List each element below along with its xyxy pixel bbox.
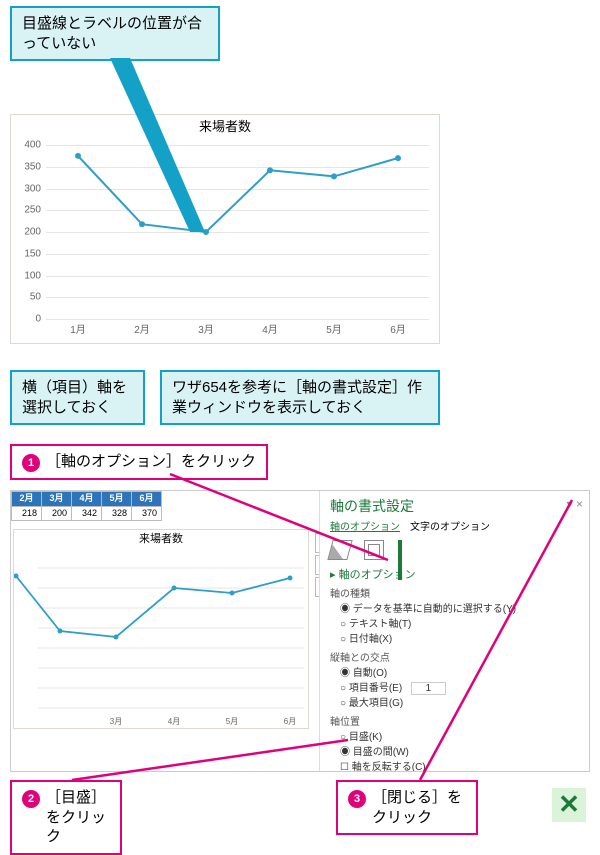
fill-icon[interactable]	[327, 540, 352, 560]
header-cell: 4月	[72, 492, 102, 507]
data-cell: 328	[102, 506, 132, 521]
section-axis-options[interactable]: ▸ 軸のオプション	[330, 568, 579, 582]
chart-visitor-count: 来場者数 400 350 300 250 200 150 100 50 0 1月…	[10, 114, 440, 344]
pane-title: 軸の書式設定	[330, 497, 579, 515]
worksheet: 2月 3月 4月 5月 6月 218 200 342 328 370 来場者数	[11, 491, 311, 521]
axis-options-icon[interactable]	[398, 540, 418, 560]
data-cell: 218	[12, 506, 42, 521]
data-cell: 200	[42, 506, 72, 521]
embedded-chart-title: 来場者数	[14, 530, 308, 548]
tab-text-options[interactable]: 文字のオプション	[410, 521, 490, 534]
svg-text:6月: 6月	[284, 717, 296, 726]
header-cell: 6月	[132, 492, 162, 507]
callout-misalignment: 目盛線とラベルの位置が合っていない	[10, 6, 220, 61]
step-3-text: ［閉じる］をクリック	[372, 788, 466, 827]
callout-select-axis: 横（項目）軸を選択しておく	[10, 370, 145, 425]
header-cell: 3月	[42, 492, 72, 507]
radio-text-axis[interactable]: ○ テキスト軸(T)	[340, 618, 579, 631]
close-icon[interactable]: ✕	[552, 788, 586, 822]
radio-cross-auto[interactable]: ◉ 自動(O)	[340, 667, 579, 680]
radio-auto-type[interactable]: ◉ データを基準に自動的に選択する(Y)	[340, 603, 579, 616]
svg-text:4月: 4月	[168, 717, 180, 726]
data-cell: 370	[132, 506, 162, 521]
radio-on-tick[interactable]: ○ 目盛(K)	[340, 731, 579, 744]
callout-show-pane: ワザ654を参考に［軸の書式設定］作業ウィンドウを表示しておく	[160, 370, 440, 425]
step-2-text: ［目盛］をクリック	[46, 788, 110, 847]
radio-between-tick[interactable]: ◉ 目盛の間(W)	[340, 746, 579, 759]
group-axis-position: 軸位置	[330, 716, 579, 729]
badge-3: 3	[348, 790, 366, 808]
tab-axis-options[interactable]: 軸のオプション	[330, 521, 400, 534]
badge-2: 2	[22, 790, 40, 808]
step-3: 3 ［閉じる］をクリック	[336, 780, 478, 835]
svg-text:3月: 3月	[110, 717, 122, 726]
chart-title: 来場者数	[11, 115, 439, 140]
excel-window: 2月 3月 4月 5月 6月 218 200 342 328 370 来場者数	[10, 490, 590, 772]
data-table: 2月 3月 4月 5月 6月 218 200 342 328 370	[11, 491, 162, 521]
step-2: 2 ［目盛］をクリック	[10, 780, 122, 855]
size-icon[interactable]	[364, 540, 384, 560]
embedded-line-svg: 3月 4月 5月 6月	[14, 548, 310, 728]
group-cross: 縦軸との交点	[330, 652, 579, 665]
radio-cross-item[interactable]: ○ 項目番号(E) 1	[340, 682, 579, 695]
checkbox-reverse[interactable]: ☐ 軸を反転する(C)	[340, 761, 579, 772]
chart-line-svg	[11, 115, 441, 345]
data-cell: 342	[72, 506, 102, 521]
header-cell: 2月	[12, 492, 42, 507]
format-axis-pane: ▾ × 軸の書式設定 軸のオプション 文字のオプション ▸ 軸のオプション 軸の…	[319, 491, 589, 771]
svg-text:5月: 5月	[226, 717, 238, 726]
header-cell: 5月	[102, 492, 132, 507]
step-1: 1 ［軸のオプション］をクリック	[10, 444, 268, 480]
step-1-text: ［軸のオプション］をクリック	[46, 452, 256, 472]
embedded-chart[interactable]: 来場者数 3月 4月 5月 6月	[13, 529, 309, 729]
badge-1: 1	[22, 454, 40, 472]
radio-cross-max[interactable]: ○ 最大項目(G)	[340, 697, 579, 710]
group-axis-type: 軸の種類	[330, 588, 579, 601]
pane-close-button[interactable]: ▾ ×	[567, 497, 583, 513]
radio-date-axis[interactable]: ○ 日付軸(X)	[340, 633, 579, 646]
